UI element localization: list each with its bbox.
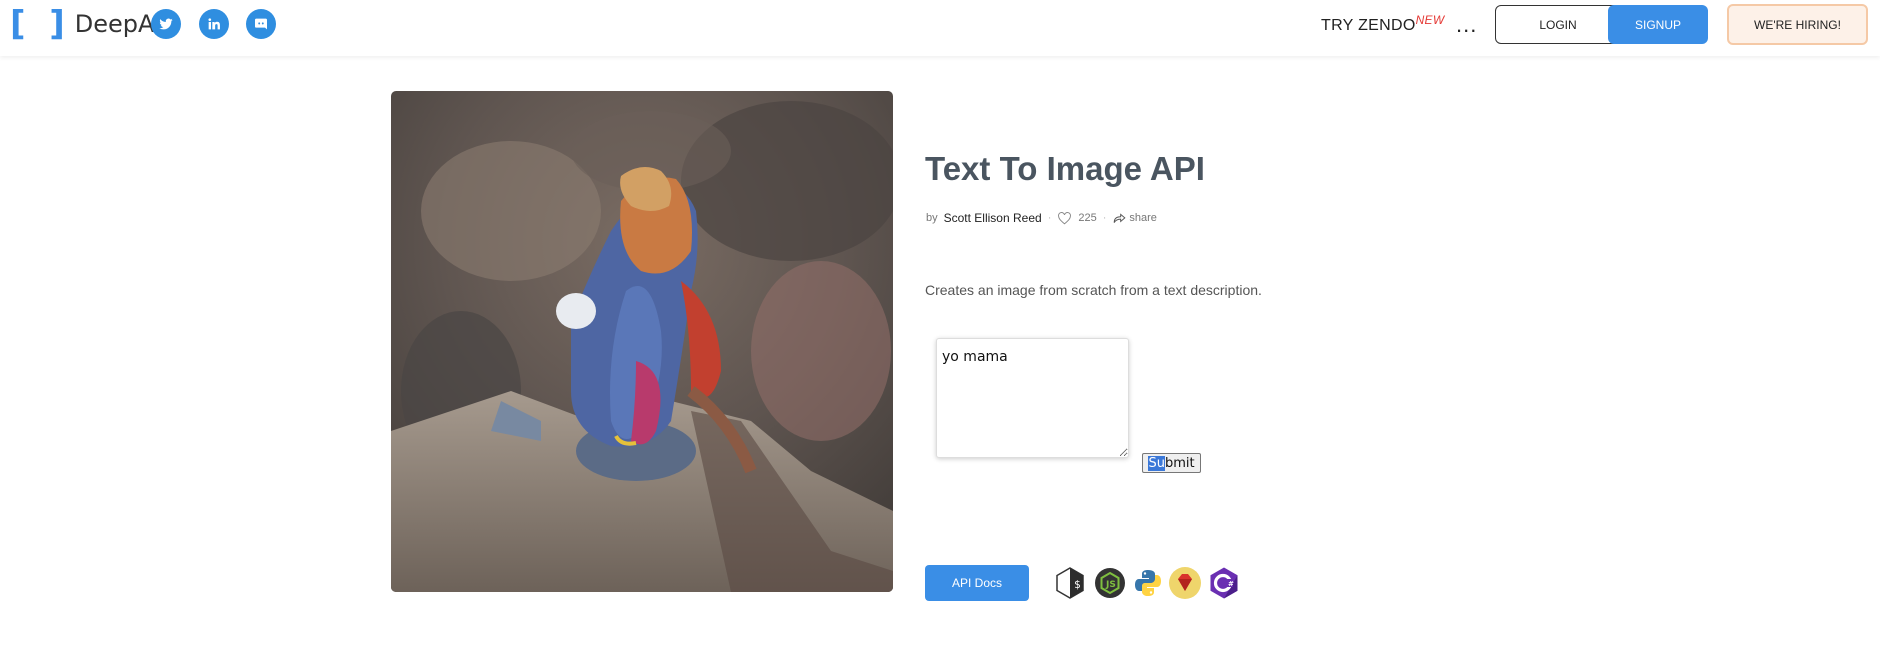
submit-button[interactable]: Su bmit [1142,453,1201,473]
by-label: by [926,212,938,224]
svg-text:JS: JS [1105,580,1116,590]
svg-text:#: # [1228,580,1234,588]
like-count: 225 [1078,212,1097,224]
submit-label-rest: bmit [1164,455,1195,471]
try-zendo-link[interactable]: TRY ZENDONEW [1321,13,1444,35]
twitter-icon[interactable] [151,9,181,39]
heart-icon[interactable] [1057,211,1072,225]
python-icon[interactable] [1131,566,1165,600]
share-link[interactable]: share [1112,212,1157,225]
new-badge: NEW [1415,13,1445,27]
lizard-image [391,91,893,592]
discord-icon[interactable] [246,9,276,39]
login-button[interactable]: LOGIN [1495,5,1621,44]
nodejs-icon[interactable]: JS [1093,566,1127,600]
submit-label-selected: Su [1148,455,1165,471]
logo-text: DeepAI [74,10,162,38]
more-menu-icon[interactable]: ... [1456,14,1477,36]
separator: · [1102,212,1107,224]
svg-text:$: $ [1074,578,1081,591]
page-title: Text To Image API [925,150,1205,187]
share-label: share [1129,212,1157,224]
hiring-button[interactable]: WE'RE HIRING! [1727,4,1868,45]
api-docs-button[interactable]: API Docs [925,565,1029,601]
try-zendo-label: TRY ZENDO [1321,17,1416,34]
deepai-logo[interactable]: [ ] DeepAI [10,4,162,44]
api-description: Creates an image from scratch from a tex… [925,282,1262,298]
top-nav: [ ] DeepAI TRY ZENDONEW ... LOGIN SIGNUP… [0,0,1880,56]
separator: · [1047,212,1052,224]
logo-bracket-icon: [ ] [10,4,65,44]
share-icon [1114,212,1126,223]
prompt-input[interactable]: yo mama [936,338,1129,458]
bash-icon[interactable]: $ [1053,566,1087,600]
linkedin-icon[interactable] [199,9,229,39]
author-link[interactable]: Scott Ellison Reed [944,211,1042,225]
csharp-icon[interactable]: # [1207,566,1241,600]
signup-button[interactable]: SIGNUP [1608,5,1708,44]
ruby-icon[interactable] [1168,566,1202,600]
api-meta: by Scott Ellison Reed · 225 · share [926,211,1157,225]
